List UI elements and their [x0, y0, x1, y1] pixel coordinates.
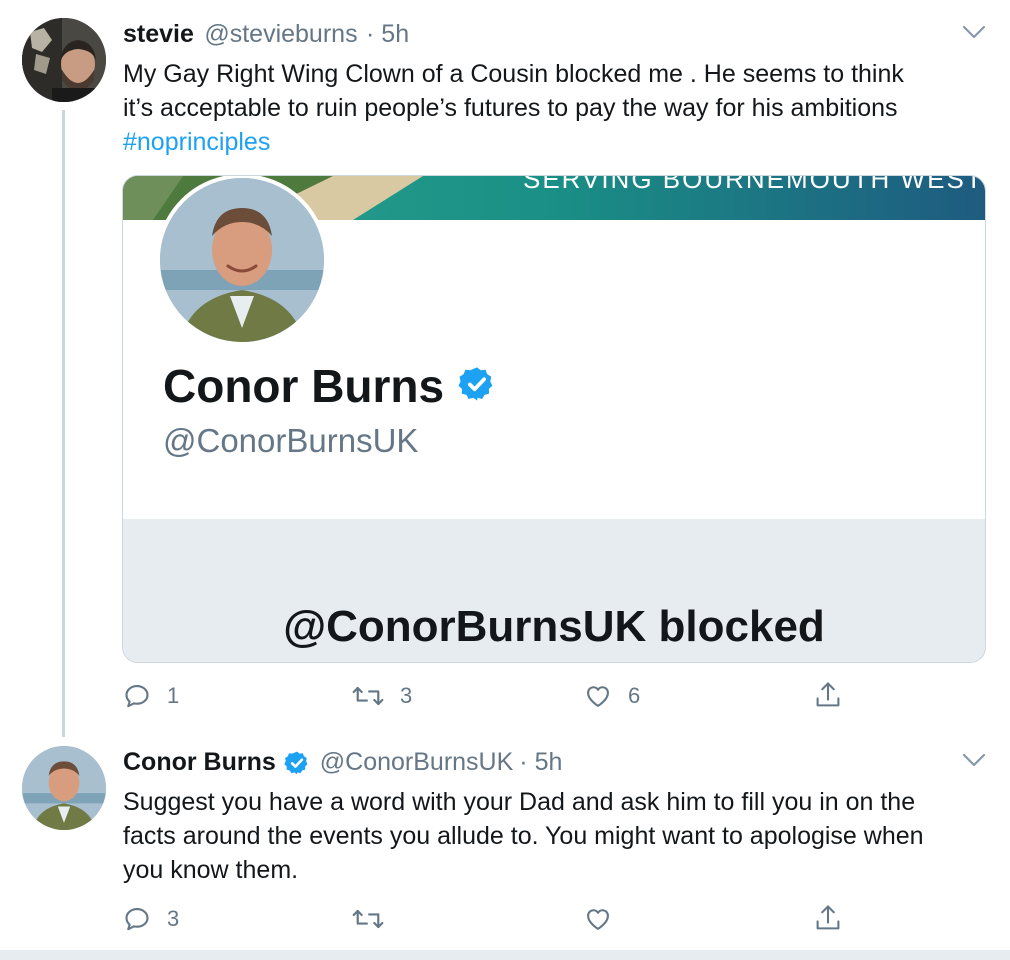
- reply-count: 1: [167, 683, 180, 708]
- banner-text: SERVING BOURNEMOUTH WEST: [523, 176, 984, 194]
- tweet-header: Conor Burns @ConorBurnsUK · 5h: [123, 748, 562, 777]
- chevron-down-icon[interactable]: [962, 752, 986, 773]
- reply-icon: [125, 685, 149, 708]
- tweet-text-line: facts around the events you allude to. Y…: [123, 822, 924, 850]
- avatar-image: [22, 18, 106, 102]
- verified-badge-icon: [284, 750, 310, 776]
- share-icon: [816, 682, 840, 707]
- profile-name: Conor Burns: [163, 360, 445, 412]
- profile-handle: @ConorBurnsUK: [163, 422, 419, 459]
- retweet-icon: [352, 909, 384, 929]
- tweet-time[interactable]: · 5h: [519, 748, 562, 777]
- like-button[interactable]: [584, 905, 612, 933]
- share-button[interactable]: [814, 680, 842, 710]
- like-button[interactable]: 6: [584, 682, 640, 710]
- avatar-stevie[interactable]: [22, 18, 106, 102]
- blocked-text: @ConorBurnsUK blocked: [283, 602, 825, 651]
- like-count: 6: [628, 683, 641, 708]
- profile-photo: [156, 176, 328, 346]
- tweet-text-line: it’s acceptable to ruin people’s futures…: [123, 94, 898, 122]
- share-icon: [816, 905, 840, 930]
- author-handle[interactable]: @stevieburns: [204, 20, 357, 48]
- profile-name-row: Conor Burns: [163, 359, 496, 413]
- hashtag-link[interactable]: #noprinciples: [123, 125, 993, 159]
- author-name[interactable]: stevie: [123, 20, 194, 48]
- heart-icon: [587, 686, 609, 707]
- attached-image[interactable]: SERVING BOURNEMOUTH WEST Conor Burns @Co…: [122, 175, 986, 663]
- share-button[interactable]: [814, 903, 842, 933]
- avatar-image: [22, 746, 106, 830]
- reply-count: 3: [167, 906, 180, 931]
- tweet-text: Suggest you have a word with your Dad an…: [123, 785, 993, 887]
- reply-button[interactable]: 1: [123, 682, 179, 710]
- retweet-button[interactable]: [352, 905, 384, 933]
- author-name[interactable]: Conor Burns: [123, 748, 276, 777]
- heart-icon: [587, 909, 609, 930]
- retweet-icon: [352, 686, 384, 706]
- avatar-conor-burns[interactable]: [22, 746, 106, 830]
- tweet-text: My Gay Right Wing Clown of a Cousin bloc…: [123, 57, 993, 159]
- tweet-text-line: you know them.: [123, 856, 299, 884]
- timeline-separator: [0, 950, 1010, 960]
- tweet-header: stevie @stevieburns · 5h: [123, 20, 409, 49]
- blocked-panel: @ConorBurnsUK blocked: [123, 519, 985, 662]
- retweet-button[interactable]: 3: [352, 682, 412, 710]
- retweet-count: 3: [400, 683, 413, 708]
- chevron-down-icon[interactable]: [962, 24, 986, 45]
- tweet-text-line: Suggest you have a word with your Dad an…: [123, 788, 916, 816]
- reply-icon: [125, 908, 149, 931]
- tweet-time[interactable]: · 5h: [366, 20, 409, 48]
- author-handle[interactable]: @ConorBurnsUK: [320, 748, 514, 777]
- thread-line: [62, 110, 65, 737]
- verified-badge-icon: [458, 365, 496, 408]
- reply-button[interactable]: 3: [123, 905, 179, 933]
- tweet-text-line: My Gay Right Wing Clown of a Cousin bloc…: [123, 60, 904, 88]
